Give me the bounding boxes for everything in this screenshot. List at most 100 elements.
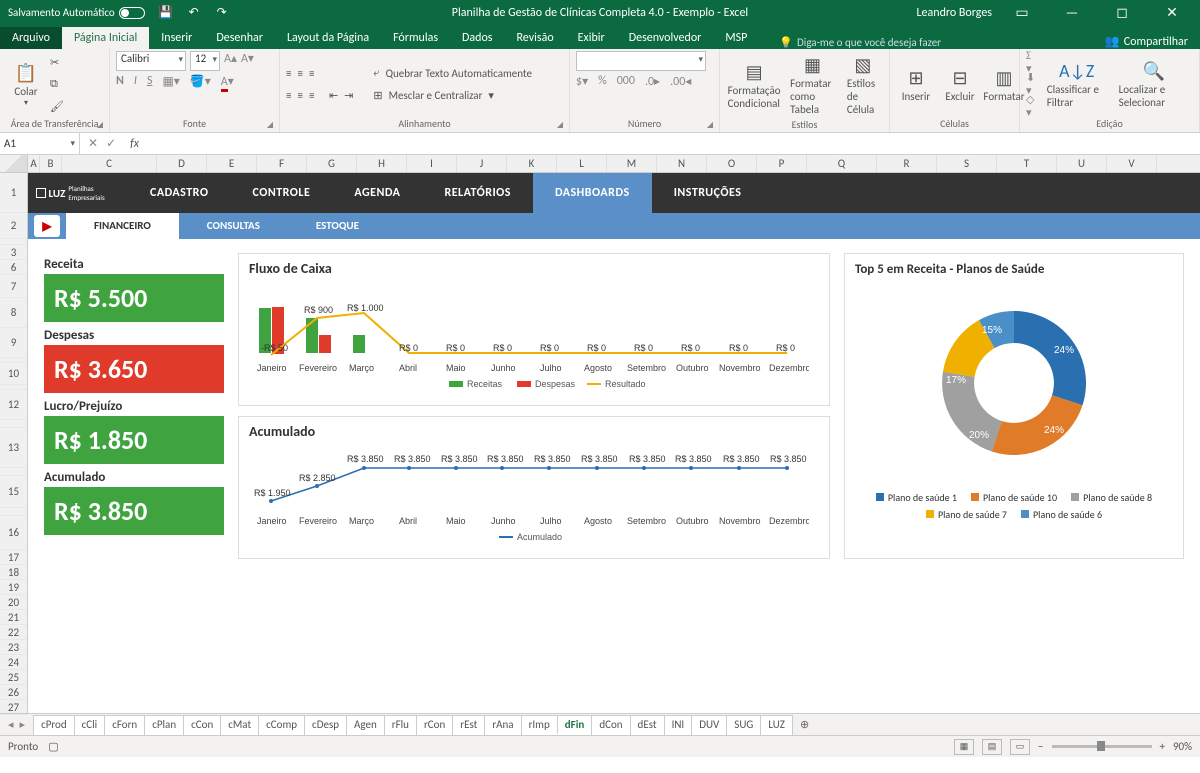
fx-icon[interactable]: fx	[130, 137, 139, 151]
name-box[interactable]: A1	[0, 133, 80, 154]
tab-view[interactable]: Exibir	[566, 27, 617, 49]
row-header[interactable]: 9	[0, 328, 27, 358]
subnav-estoque[interactable]: ESTOQUE	[288, 213, 387, 239]
increase-font-icon[interactable]: A▴	[224, 51, 237, 71]
sheet-tab[interactable]: SUG	[726, 715, 761, 735]
find-select-button[interactable]: 🔍Localizar e Selecionar	[1115, 57, 1193, 111]
conditional-format-button[interactable]: ▤Formatação Condicional	[726, 58, 782, 112]
sheet-tab[interactable]: dCon	[591, 715, 630, 735]
nav-dashboards[interactable]: DASHBOARDS	[533, 173, 652, 213]
paste-button[interactable]: 📋Colar▾	[6, 59, 46, 110]
row-header[interactable]: 8	[0, 298, 27, 328]
comma-button[interactable]: 000	[617, 74, 635, 89]
italic-button[interactable]: I	[134, 74, 137, 89]
autosum-button[interactable]: Σ ▾	[1026, 52, 1039, 72]
row-header[interactable]: 2	[0, 213, 27, 239]
sheet-tab[interactable]: cComp	[258, 715, 305, 735]
sheet-nav-last-icon[interactable]: ▸	[20, 718, 26, 731]
row-header[interactable]: 21	[0, 610, 27, 625]
tab-insert[interactable]: Inserir	[149, 27, 204, 49]
tab-review[interactable]: Revisão	[505, 27, 566, 49]
accept-formula-icon[interactable]: ✓	[106, 136, 116, 151]
play-icon[interactable]: ▶	[34, 215, 60, 237]
col-header[interactable]: F	[257, 155, 307, 172]
fill-color-button[interactable]: 🪣▾	[190, 74, 211, 89]
nav-relatorios[interactable]: RELATÓRIOS	[422, 173, 533, 213]
decrease-decimal-icon[interactable]: .00◂	[670, 74, 691, 89]
row-header[interactable]: 26	[0, 685, 27, 700]
font-size-select[interactable]: 12	[190, 51, 220, 71]
user-name[interactable]: Leandro Borges	[917, 6, 993, 20]
row-header[interactable]: 23	[0, 640, 27, 655]
zoom-out-button[interactable]: −	[1038, 740, 1043, 753]
merge-center-button[interactable]: ⊞ Mesclar e Centralizar ▾	[373, 85, 532, 105]
col-header[interactable]: O	[707, 155, 757, 172]
add-sheet-button[interactable]: ⊕	[792, 718, 817, 731]
sheet-tab[interactable]: cDesp	[304, 715, 347, 735]
subnav-financeiro[interactable]: FINANCEIRO	[66, 213, 179, 239]
cut-button[interactable]: ✂	[50, 52, 64, 72]
page-layout-view-button[interactable]: ▤	[982, 739, 1002, 755]
col-header[interactable]: V	[1107, 155, 1157, 172]
col-header[interactable]: R	[877, 155, 937, 172]
row-header[interactable]: 16	[0, 516, 27, 550]
percent-button[interactable]: %	[598, 74, 607, 89]
sheet-tab[interactable]: LUZ	[760, 715, 793, 735]
underline-button[interactable]: S	[147, 74, 153, 89]
tell-me-input[interactable]: 💡 Diga-me o que você deseja fazer	[779, 36, 941, 49]
align-right-icon[interactable]: ≡	[309, 89, 314, 102]
sheet-tab[interactable]: rAna	[484, 715, 521, 735]
row-header[interactable]: 10	[0, 363, 27, 385]
sheet-tab[interactable]: rEst	[452, 715, 485, 735]
wrap-text-button[interactable]: ⤶ Quebrar Texto Automaticamente	[373, 63, 532, 83]
currency-button[interactable]: $▾	[576, 74, 588, 89]
sheet-tab[interactable]: cCli	[74, 715, 106, 735]
bold-button[interactable]: N	[116, 74, 124, 89]
sheet-tab[interactable]: dEst	[630, 715, 665, 735]
maximize-icon[interactable]: ◻	[1102, 4, 1142, 21]
format-painter-button[interactable]: 🖌	[50, 96, 64, 116]
col-header[interactable]: D	[157, 155, 207, 172]
row-header[interactable]: 7	[0, 275, 27, 298]
row-header[interactable]: 12	[0, 390, 27, 420]
row-header[interactable]	[0, 468, 27, 476]
zoom-in-button[interactable]: +	[1160, 740, 1165, 753]
row-header[interactable]: 25	[0, 670, 27, 685]
row-header[interactable]: 22	[0, 625, 27, 640]
subnav-consultas[interactable]: CONSULTAS	[179, 213, 288, 239]
row-header[interactable]: 20	[0, 595, 27, 610]
align-bottom-icon[interactable]: ≡	[309, 67, 314, 80]
row-header[interactable]: 1	[0, 173, 27, 213]
number-format-select[interactable]	[576, 51, 706, 71]
undo-icon[interactable]: ↶	[187, 6, 201, 20]
col-header[interactable]: E	[207, 155, 257, 172]
sheet-tab[interactable]: DUV	[691, 715, 727, 735]
tab-developer[interactable]: Desenvolvedor	[617, 27, 714, 49]
fill-button[interactable]: ⬇ ▾	[1026, 74, 1039, 94]
save-icon[interactable]: 💾	[159, 6, 173, 20]
page-break-view-button[interactable]: ▭	[1010, 739, 1030, 755]
format-cells-button[interactable]: ▥Formatar	[984, 64, 1024, 105]
clear-button[interactable]: ◇ ▾	[1026, 96, 1039, 116]
col-header[interactable]: G	[307, 155, 357, 172]
increase-decimal-icon[interactable]: .0▸	[645, 74, 660, 89]
row-header[interactable]: 17	[0, 550, 27, 565]
tab-data[interactable]: Dados	[450, 27, 504, 49]
col-header[interactable]: H	[357, 155, 407, 172]
col-header[interactable]: Q	[807, 155, 877, 172]
nav-controle[interactable]: CONTROLE	[230, 173, 332, 213]
insert-cells-button[interactable]: ⊞Inserir	[896, 64, 936, 105]
tab-draw[interactable]: Desenhar	[204, 27, 275, 49]
col-header[interactable]: U	[1057, 155, 1107, 172]
row-header[interactable]: 6	[0, 260, 27, 275]
sheet-tab[interactable]: INI	[664, 715, 693, 735]
sheet-tab[interactable]: rImp	[521, 715, 558, 735]
sheet-tab[interactable]: dFin	[557, 715, 593, 735]
sheet-tab[interactable]: rFlu	[384, 715, 417, 735]
nav-agenda[interactable]: AGENDA	[332, 173, 422, 213]
row-header[interactable]: 18	[0, 565, 27, 580]
sheet-tab[interactable]: cPlan	[144, 715, 184, 735]
share-button[interactable]: 👥 Compartilhar	[1105, 34, 1188, 49]
close-icon[interactable]: ✕	[1152, 4, 1192, 21]
col-header[interactable]: B	[40, 155, 62, 172]
